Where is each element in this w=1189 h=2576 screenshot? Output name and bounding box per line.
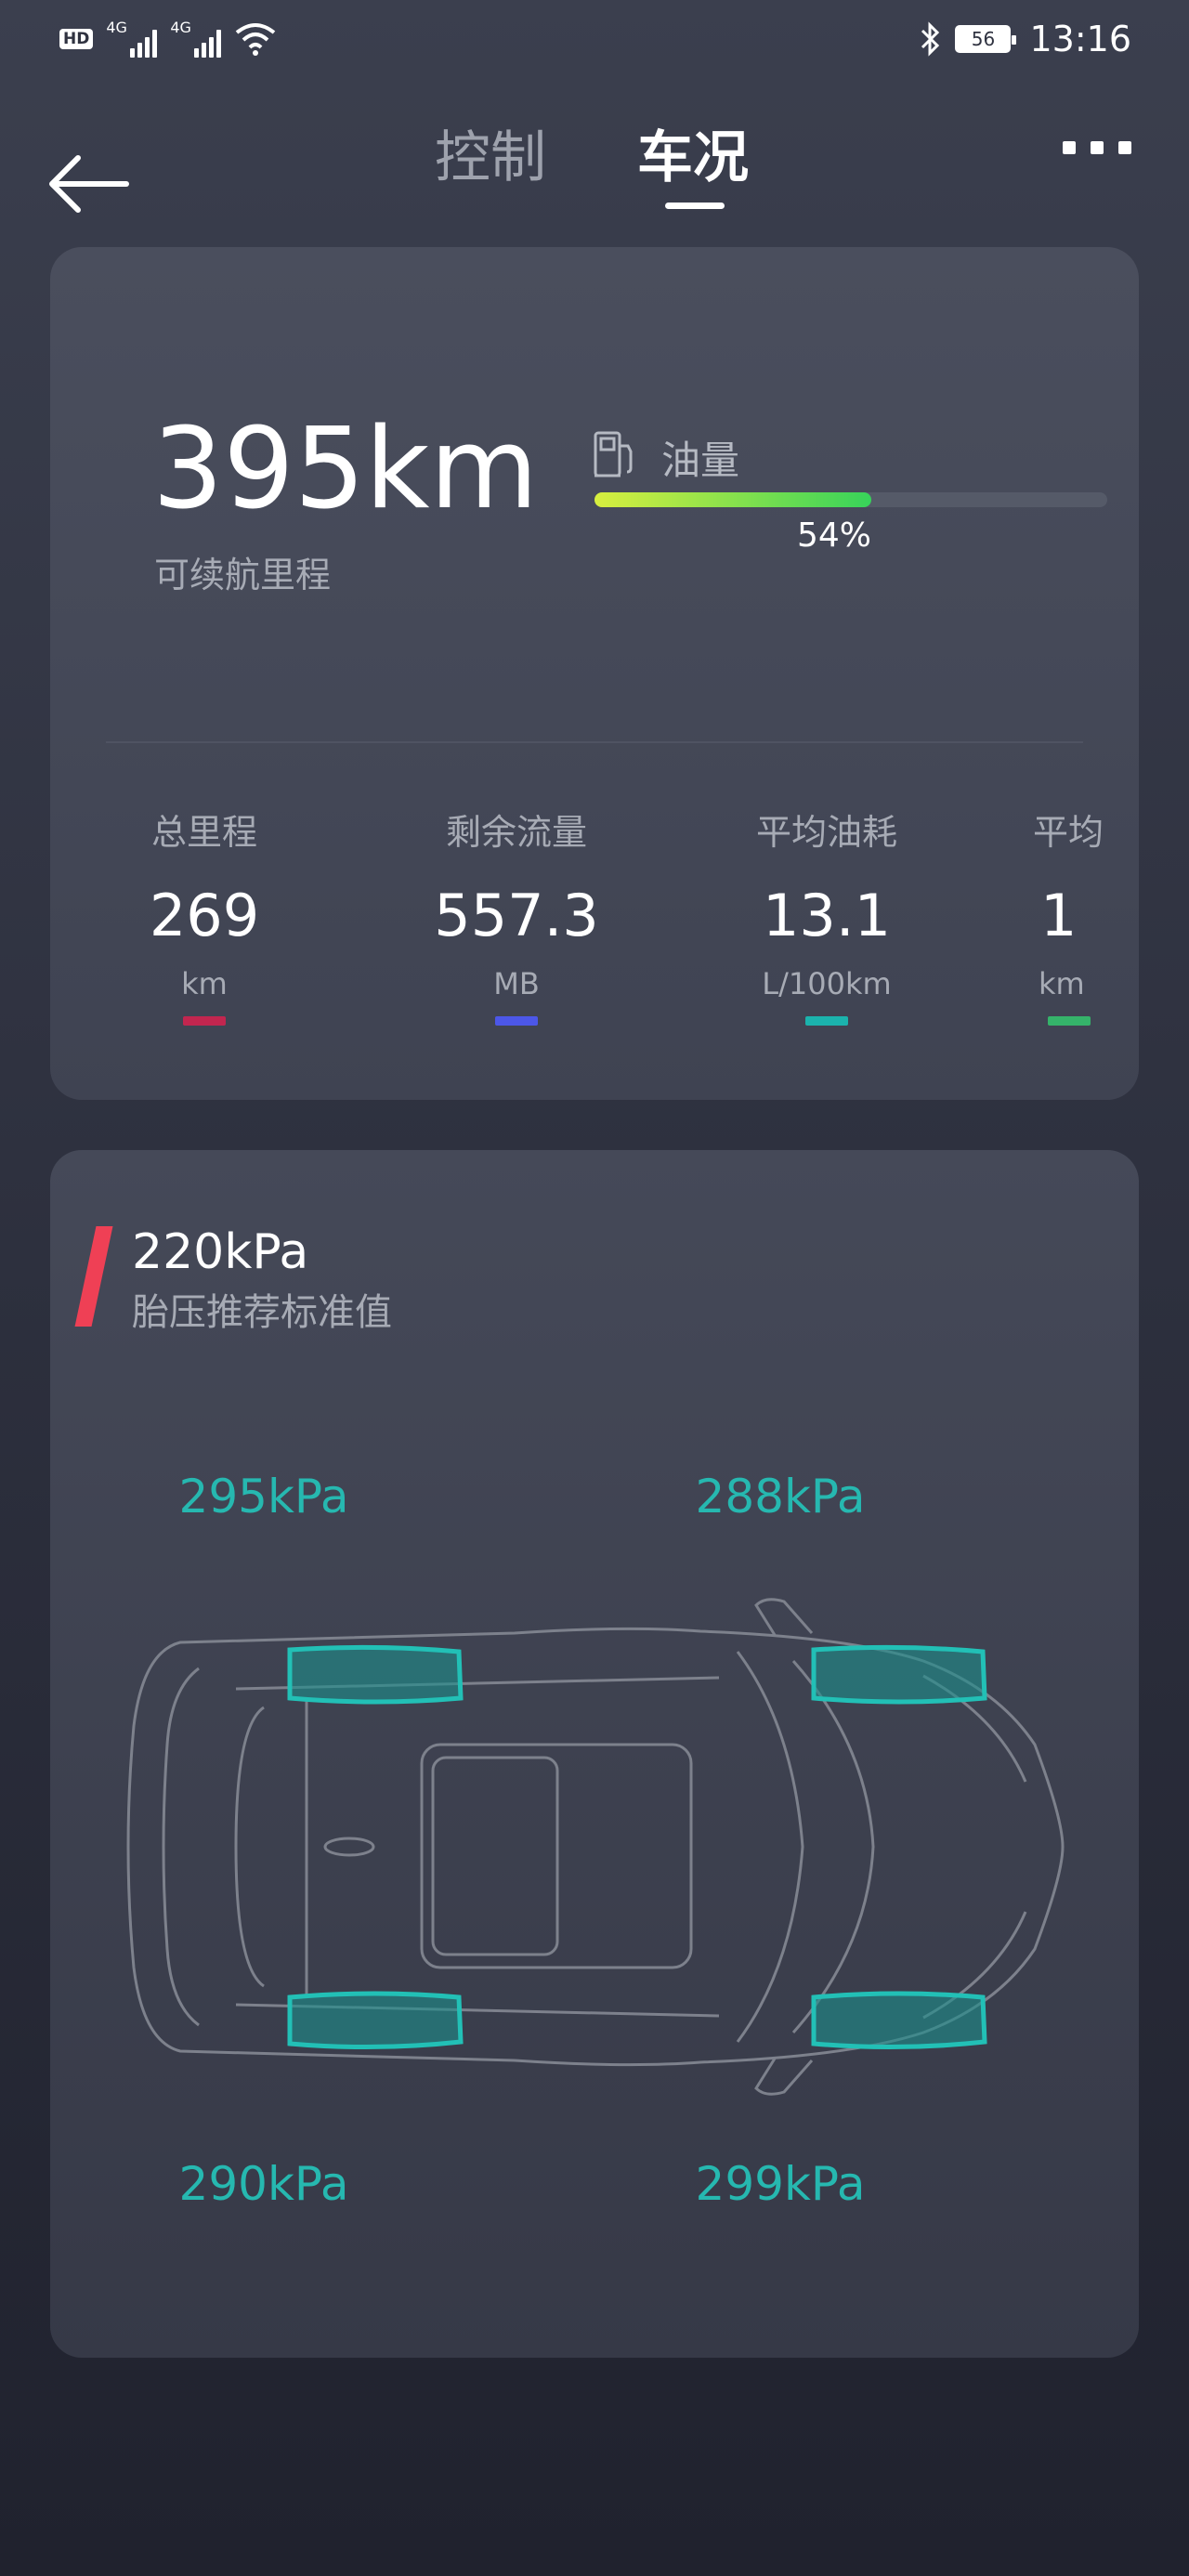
stat-unit: km xyxy=(181,966,228,1001)
bluetooth-icon xyxy=(921,21,940,57)
range-label: 可续航里程 xyxy=(154,555,332,595)
tire-pressure-card: 220kPa 胎压推荐标准值 295kPa 288kPa 290kPa 299k… xyxy=(50,1150,1139,2358)
tab-status[interactable]: 车况 xyxy=(637,121,749,195)
battery-icon: 56 xyxy=(955,25,1017,53)
fuel-progress-fill xyxy=(594,492,872,507)
stat-avg-speed[interactable]: 平均 1 km xyxy=(1033,804,1139,1026)
stat-value: 13.1 xyxy=(762,882,892,949)
vehicle-summary-card: 395km 可续航里程 油量 54% 总里程 269 km 剩余流量 557.3… xyxy=(50,247,1139,1100)
divider xyxy=(106,741,1083,743)
stat-unit: MB xyxy=(493,966,540,1001)
recommended-pressure-label: 胎压推荐标准值 xyxy=(132,1291,392,1334)
accent-bar xyxy=(74,1226,113,1327)
signal-icon: 4G xyxy=(106,19,158,58)
stat-avg-fuel[interactable]: 平均油耗 13.1 L/100km xyxy=(725,804,929,1026)
stat-name: 平均油耗 xyxy=(755,812,897,853)
tab-active-indicator xyxy=(665,203,725,209)
tire-rear-left-pressure: 290kPa xyxy=(178,2157,349,2211)
tire-rear-right-pressure: 299kPa xyxy=(695,2157,866,2211)
stat-color-swatch xyxy=(805,1016,848,1026)
fuel-percent: 54% xyxy=(797,517,872,555)
fuel-progress-bar xyxy=(594,492,1107,507)
stat-color-swatch xyxy=(1048,1016,1091,1026)
fuel-pump-icon xyxy=(594,431,633,477)
recommended-pressure-value: 220kPa xyxy=(132,1224,309,1280)
stat-unit: L/100km xyxy=(762,966,892,1001)
stat-color-swatch xyxy=(183,1016,226,1026)
range-value: 395km xyxy=(152,405,539,534)
stat-name: 平均 xyxy=(1033,812,1104,853)
signal-label: 4G xyxy=(106,19,127,36)
wifi-icon xyxy=(236,23,276,56)
tire-front-left-pressure: 295kPa xyxy=(178,1470,349,1523)
status-bar: HD 4G 4G 56 13:16 xyxy=(0,0,1189,84)
car-top-view-illustration xyxy=(126,1598,1065,2096)
stat-value: 557.3 xyxy=(434,882,599,949)
stat-value: 1 xyxy=(1040,882,1078,949)
stat-unit: km xyxy=(1039,966,1085,1001)
tire-front-right-pressure: 288kPa xyxy=(695,1470,866,1523)
battery-level: 56 xyxy=(971,28,996,50)
signal-label-2: 4G xyxy=(170,19,191,36)
tab-control[interactable]: 控制 xyxy=(435,121,546,195)
back-arrow-icon[interactable] xyxy=(46,134,130,217)
stat-color-swatch xyxy=(495,1016,538,1026)
stat-total-mileage[interactable]: 总里程 269 km xyxy=(102,804,307,1026)
signal-icon-2: 4G xyxy=(170,19,222,58)
top-nav: 控制 车况 xyxy=(0,111,1189,232)
stat-value: 269 xyxy=(149,882,260,949)
clock: 13:16 xyxy=(1029,19,1131,59)
hd-badge: HD xyxy=(59,29,94,49)
stat-name: 总里程 xyxy=(150,812,257,853)
fuel-label: 油量 xyxy=(661,438,740,483)
status-right: 56 13:16 xyxy=(920,19,1131,59)
more-menu-icon[interactable] xyxy=(1063,141,1131,154)
status-left: HD 4G 4G xyxy=(59,19,277,58)
stat-name: 剩余流量 xyxy=(445,812,587,853)
stat-remaining-data[interactable]: 剩余流量 557.3 MB xyxy=(414,804,619,1026)
